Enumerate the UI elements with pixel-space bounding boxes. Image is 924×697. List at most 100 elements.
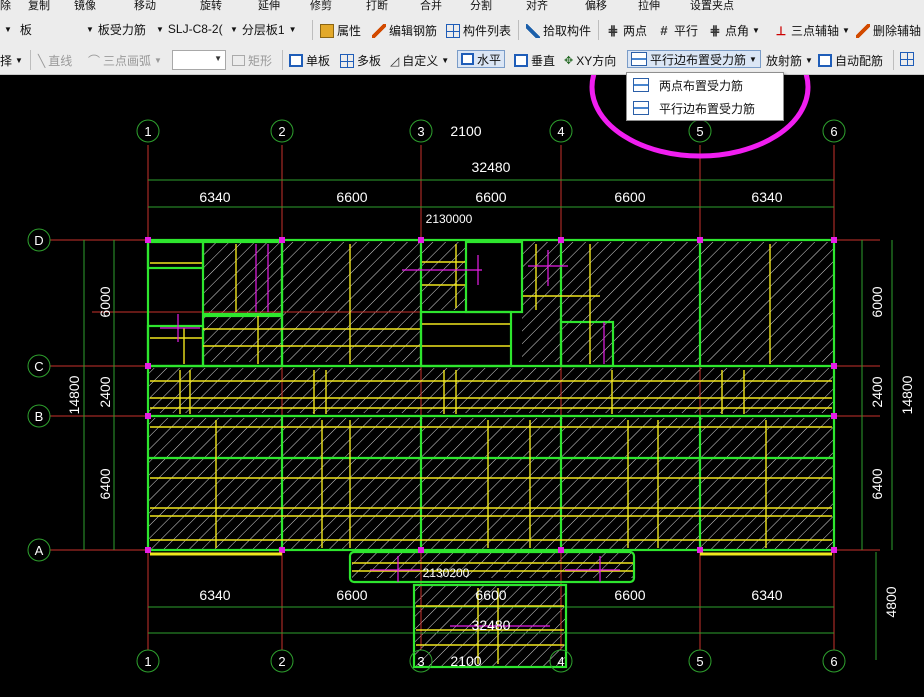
parallel-label: 平行 [674,24,699,38]
axis-label-bottom: 6 [830,654,837,669]
parallel-axis-icon: # [660,22,668,38]
properties-button[interactable]: 属性 [320,22,361,39]
dim-span: 6600 [475,189,506,205]
multi-board-label: 多板 [357,54,382,68]
line-button[interactable]: ╲ 直线 [38,52,72,69]
line-icon: ╲ [38,53,46,68]
chevron-down-icon: ▼ [4,24,12,34]
edit-rebar-button[interactable]: 编辑钢筋 [372,22,437,39]
dim-vertical: 6400 [97,468,113,499]
dim-vertical-right: 6000 [869,286,885,317]
axis-label-bottom: 5 [696,654,703,669]
menu-item-parallel-edge[interactable]: 平行边布置受力筋 [627,97,781,119]
select-label: 择 [0,54,13,68]
floor-select-value: 分层板1 [241,22,285,37]
dim-vertical-right: 6400 [869,468,885,499]
edit-rebar-icon [372,23,386,38]
parallel-edge-dropdown-menu: 两点布置受力筋 平行边布置受力筋 [626,72,784,121]
radial-button[interactable]: 放射筋 ▼ [766,52,813,69]
component-list-button[interactable]: 构件列表 [446,22,511,39]
component-list-label: 构件列表 [463,24,512,38]
list-icon [446,23,460,38]
drawing-canvas[interactable]: 1 2 3 4 5 6 1 2 3 4 5 6 D C B A 32480 21 [0,75,924,697]
xy-direction-button[interactable]: ✥ XY方向 [564,52,616,69]
separator [893,50,894,70]
axis-label-top: 5 [696,124,703,139]
parallel-axis-button[interactable]: # 平行 [657,22,698,39]
rect-button[interactable]: 矩形 [232,52,272,69]
vertical-icon [514,54,528,67]
pick-component-label: 拾取构件 [543,24,592,38]
horizontal-label: 水平 [477,52,502,67]
delete-axis-label: 删除辅轴 [873,24,922,38]
auto-rebar-icon [818,54,832,67]
separator [518,20,519,40]
multi-board-icon [340,53,354,68]
parallel-edge-icon [631,52,647,66]
separator [598,20,599,40]
three-point-axis-button[interactable]: ⊥ 三点辅轴 ▼ [774,22,850,39]
dim-bottom-partial: 2100 [450,653,481,669]
dim-overlap-top: 2130000 [426,212,473,226]
vertical-button[interactable]: 垂直 [514,52,555,69]
parallel-edge-button[interactable]: 平行边布置受力筋 ▼ [627,50,761,68]
chevron-down-icon: ▼ [214,54,222,63]
two-point-axis-icon: ⋕ [607,22,619,38]
chevron-down-icon: ▼ [805,56,813,65]
name-select[interactable]: ▼ SLJ-C8-2( [156,19,228,39]
vertical-label: 垂直 [531,54,556,68]
component-toolbar: ▼ 板 ▼ 板受力筋 ▼ SLJ-C8-2( ▼ 分层板1 ▼ 属性 编辑钢筋 … [0,12,924,47]
overflow-button[interactable] [900,52,914,66]
menu-item-label: 平行边布置受力筋 [659,101,756,116]
two-point-label: 两点 [623,24,648,38]
parallel-edge-label: 平行边布置受力筋 [650,52,747,67]
chevron-down-icon: ▼ [86,24,94,34]
arc-icon: ⌒ [88,54,101,68]
eraser-icon [856,23,870,38]
two-point-rebar-icon [633,78,649,92]
horizontal-button[interactable]: 水平 [457,50,506,68]
axis-label-top: 1 [144,124,151,139]
arc-combo[interactable]: ▼ [172,50,226,70]
chevron-down-icon: ▼ [15,56,23,65]
chevron-down-icon: ▼ [749,54,757,64]
dim-span: 6600 [614,189,645,205]
axis-label-side: B [35,409,44,424]
delete-axis-button[interactable]: 删除辅轴 [856,22,921,39]
chevron-down-icon: ▼ [154,56,162,65]
pick-component-button[interactable]: 拾取构件 [526,22,591,39]
dim-total: 32480 [472,159,511,175]
point-angle-axis-button[interactable]: ⋕ 点角 ▼ [708,22,760,39]
three-point-axis-icon: ⊥ [775,23,787,38]
dim-span-bottom: 6600 [475,587,506,603]
horizontal-icon [461,53,474,65]
single-board-button[interactable]: 单板 [289,52,330,69]
three-point-axis-label: 三点辅轴 [791,24,840,38]
custom-button[interactable]: ◿ 自定义 ▼ [390,52,449,69]
type-select[interactable]: ▼ 板受力筋 [86,19,162,39]
two-point-axis-button[interactable]: ⋕ 两点 [606,22,647,39]
rectangle-icon [232,55,245,66]
parallel-edge-rebar-icon [633,101,649,115]
axis-label-bottom: 4 [557,654,564,669]
axis-label-top: 2 [278,124,285,139]
auto-rebar-button[interactable]: 自动配筋 [818,52,883,69]
select-button[interactable]: 择 ▼ [0,52,23,69]
menu-item-two-point[interactable]: 两点布置受力筋 [627,74,781,96]
dim-vertical: 6000 [97,286,113,317]
rect-label: 矩形 [248,54,273,68]
separator [30,50,31,70]
floor-select[interactable]: ▼ 分层板1 ▼ [230,19,302,39]
axis-label-side: D [34,233,43,248]
custom-label: 自定义 [402,54,439,68]
dim-total-bottom: 32480 [472,617,511,633]
dim-span-bottom: 6340 [199,587,230,603]
eyedropper-icon [526,23,540,38]
dim-vertical-right: 2400 [869,376,885,407]
layer-select[interactable]: ▼ 板 [4,19,86,39]
arc-button[interactable]: ⌒ 三点画弧 ▼ [88,52,162,69]
dim-span-bottom: 6340 [751,587,782,603]
chevron-down-icon: ▼ [752,26,760,35]
multi-board-button[interactable]: 多板 [340,52,381,69]
single-board-icon [289,54,303,67]
